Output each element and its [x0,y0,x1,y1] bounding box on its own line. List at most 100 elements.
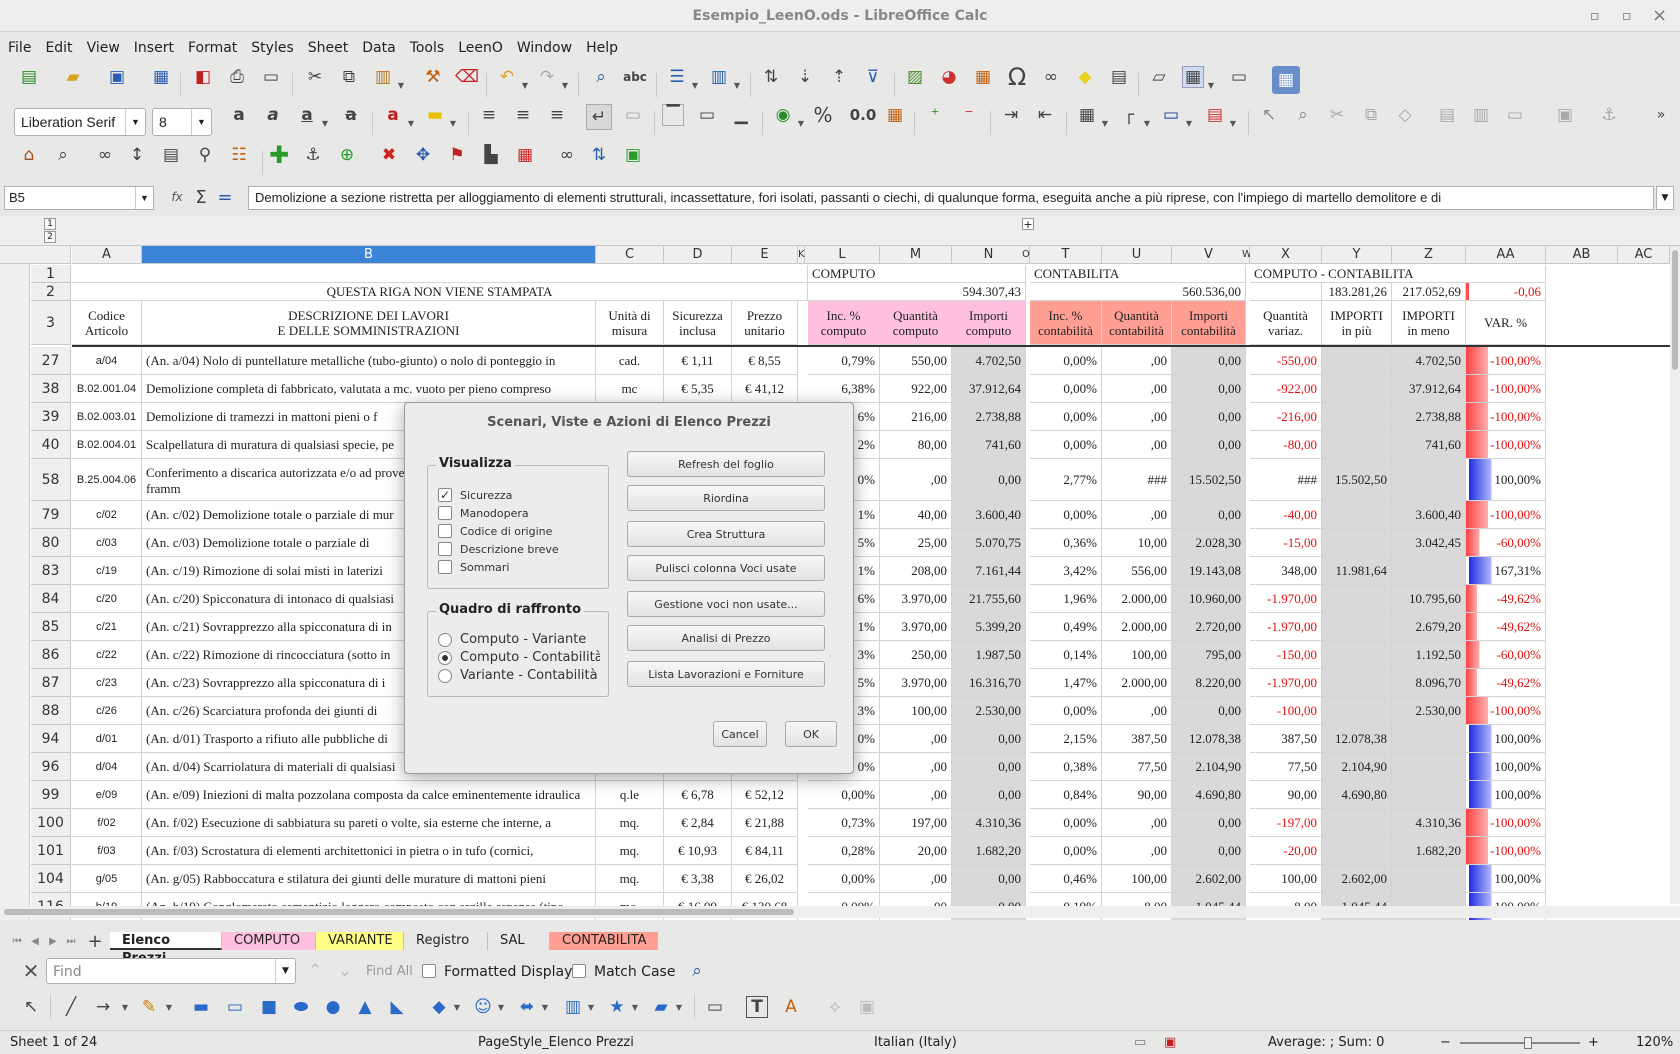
cell-amount-minus[interactable]: 4.702,50 [1392,347,1466,375]
rounded-rectangle-icon[interactable]: ▭ [224,996,246,1018]
align-top-icon[interactable]: ▔ [662,104,684,126]
menu-insert[interactable]: Insert [126,36,180,56]
sheet-tab-variante[interactable]: VARIANTE [316,932,404,950]
strikethrough-icon[interactable]: a [340,104,362,126]
chevron-down-icon[interactable]: ▼ [690,74,700,96]
home-icon[interactable]: ⌂ [18,144,40,166]
increase-indent-icon[interactable]: ⇥ [1000,104,1022,126]
cell-variation-percent[interactable]: -100,00% [1466,347,1546,375]
cell-inc-contabilita[interactable]: 2,15% [1030,725,1102,753]
cell-variation-percent[interactable]: -49,62% [1466,613,1546,641]
checkbox-box[interactable] [438,524,452,538]
cell-quantity-variation[interactable]: 90,00 [1250,781,1322,809]
cell-quantity-variation[interactable]: -1.970,00 [1250,669,1322,697]
cell-inc-contabilita[interactable]: 0,00% [1030,347,1102,375]
cell-inc-computo[interactable]: 0,28% [808,837,880,865]
print-preview-icon[interactable]: ▭ [260,66,282,88]
action-button-1[interactable]: Refresh del foglio [627,451,825,477]
cell-variation-percent[interactable]: -100,00% [1466,837,1546,865]
cell-code[interactable]: d/04 [72,753,142,781]
cell-code[interactable]: g/05 [72,865,142,893]
align-bottom-icon[interactable]: ▁ [730,104,752,126]
cell-quantity-contabilita[interactable]: ,00 [1102,697,1172,725]
toggle-extrusion-icon[interactable]: ▣ [856,996,878,1018]
column-header-o[interactable]: O [1022,246,1030,264]
cell-inc-contabilita[interactable]: 0,36% [1030,529,1102,557]
define-print-area-icon[interactable]: ▱ [1148,66,1170,88]
cell-amount-minus[interactable] [1392,753,1466,781]
menu-tools[interactable]: Tools [402,36,451,56]
cell-inc-contabilita[interactable]: 0,00% [1030,837,1102,865]
chevron-down-icon[interactable]: ▼ [135,187,153,209]
cell-inc-contabilita[interactable]: 1,96% [1030,585,1102,613]
align-right-icon[interactable]: ≡ [546,104,568,126]
toolbar-option-icon[interactable]: ✂ [1326,104,1348,126]
cell-code[interactable]: d/01 [72,725,142,753]
cell-amount-minus[interactable]: 2.738,88 [1392,403,1466,431]
menu-leeno[interactable]: LeenO [450,36,509,56]
row-icon[interactable]: ☰ [666,66,688,88]
italic-icon[interactable]: a [262,104,284,126]
cell-variation-percent[interactable]: -60,00% [1466,529,1546,557]
cell-amount-minus[interactable]: 4.310,36 [1392,809,1466,837]
cell-code[interactable]: f/03 [72,837,142,865]
number-format-icon[interactable]: 0.0 [846,104,880,126]
cell-amount-computo[interactable]: 3.600,40 [952,501,1026,529]
cell-quantity-computo[interactable]: ,00 [880,753,952,781]
chevron-down-icon[interactable]: ▼ [520,74,530,96]
column-header-ac[interactable]: AC [1618,246,1670,264]
selection-mode-icon[interactable]: ▭ [1134,1035,1146,1050]
cell-code[interactable]: c/20 [72,585,142,613]
row-header[interactable]: 99 [31,781,71,809]
image-icon[interactable]: ▨ [904,66,926,88]
menu-sheet[interactable]: Sheet [300,36,354,56]
cell-quantity-variation[interactable]: 387,50 [1250,725,1322,753]
spellcheck-icon[interactable]: abc [623,66,647,88]
cell-variation-percent[interactable]: 100,00% [1466,865,1546,893]
page-style[interactable]: PageStyle_Elenco Prezzi [478,1035,634,1050]
save-icon[interactable]: ▣ [106,66,128,88]
select-icon[interactable]: ↖ [1258,104,1280,126]
cell-quantity-variation[interactable]: -550,00 [1250,347,1322,375]
formula-input[interactable]: Demolizione a sezione ristretta per allo… [248,186,1654,210]
cell-amount-plus[interactable]: 2.602,00 [1322,865,1392,893]
save-as-icon[interactable]: ▦ [150,66,172,88]
column-icon[interactable]: ▥ [708,66,730,88]
minimize-button[interactable]: ▫ [1590,0,1600,32]
cell-code[interactable]: B.02.004.01 [72,431,142,459]
cell-amount-computo[interactable]: 4.702,50 [952,347,1026,375]
cell-amount-plus[interactable]: 11.981,64 [1322,557,1392,585]
cell-inc-computo[interactable]: 0,73% [808,809,880,837]
cell-variation-percent[interactable]: -100,00% [1466,431,1546,459]
row-header[interactable]: 1 [31,265,71,283]
cell-amount-computo[interactable]: 1.682,20 [952,837,1026,865]
cell-quantity-contabilita[interactable]: 387,50 [1102,725,1172,753]
align-rows-icon[interactable]: ▙ [480,144,502,166]
cell-quantity-computo[interactable]: 25,00 [880,529,952,557]
checkbox-box[interactable] [438,506,452,520]
cell-amount-contabilita[interactable]: 0,00 [1172,809,1246,837]
add-decimal-icon[interactable]: ⁺ [924,104,946,126]
cell-variation-percent[interactable]: -60,00% [1466,641,1546,669]
close-window-button[interactable]: × [1652,0,1667,32]
cell-unit-price[interactable]: € 8,55 [732,347,798,375]
cell-inc-contabilita[interactable]: 0,00% [1030,697,1102,725]
cell-quantity-computo[interactable]: 216,00 [880,403,952,431]
row-header[interactable]: 83 [31,557,71,585]
cell-quantity-contabilita[interactable]: 10,00 [1102,529,1172,557]
add-item-icon[interactable]: ✚ [268,141,290,169]
action-button-3[interactable]: Crea Struttura [627,521,825,547]
cell-code[interactable]: c/03 [72,529,142,557]
radio-button[interactable] [438,668,452,683]
undo-icon[interactable]: ↶ [496,66,518,88]
checkbox-box[interactable] [438,542,452,556]
cell-unit[interactable]: mq. [596,865,664,893]
cell-code[interactable]: c/19 [72,557,142,585]
chevron-down-icon[interactable]: ▼ [1184,112,1194,134]
cut-icon[interactable]: ✂ [304,66,326,88]
cell-amount-plus[interactable] [1322,375,1392,403]
cell-quantity-variation[interactable]: 77,50 [1250,753,1322,781]
cell-amount-contabilita[interactable]: 4.690,80 [1172,781,1246,809]
toolbar-overflow-icon[interactable]: » [1650,104,1672,126]
row-header[interactable]: 85 [31,613,71,641]
